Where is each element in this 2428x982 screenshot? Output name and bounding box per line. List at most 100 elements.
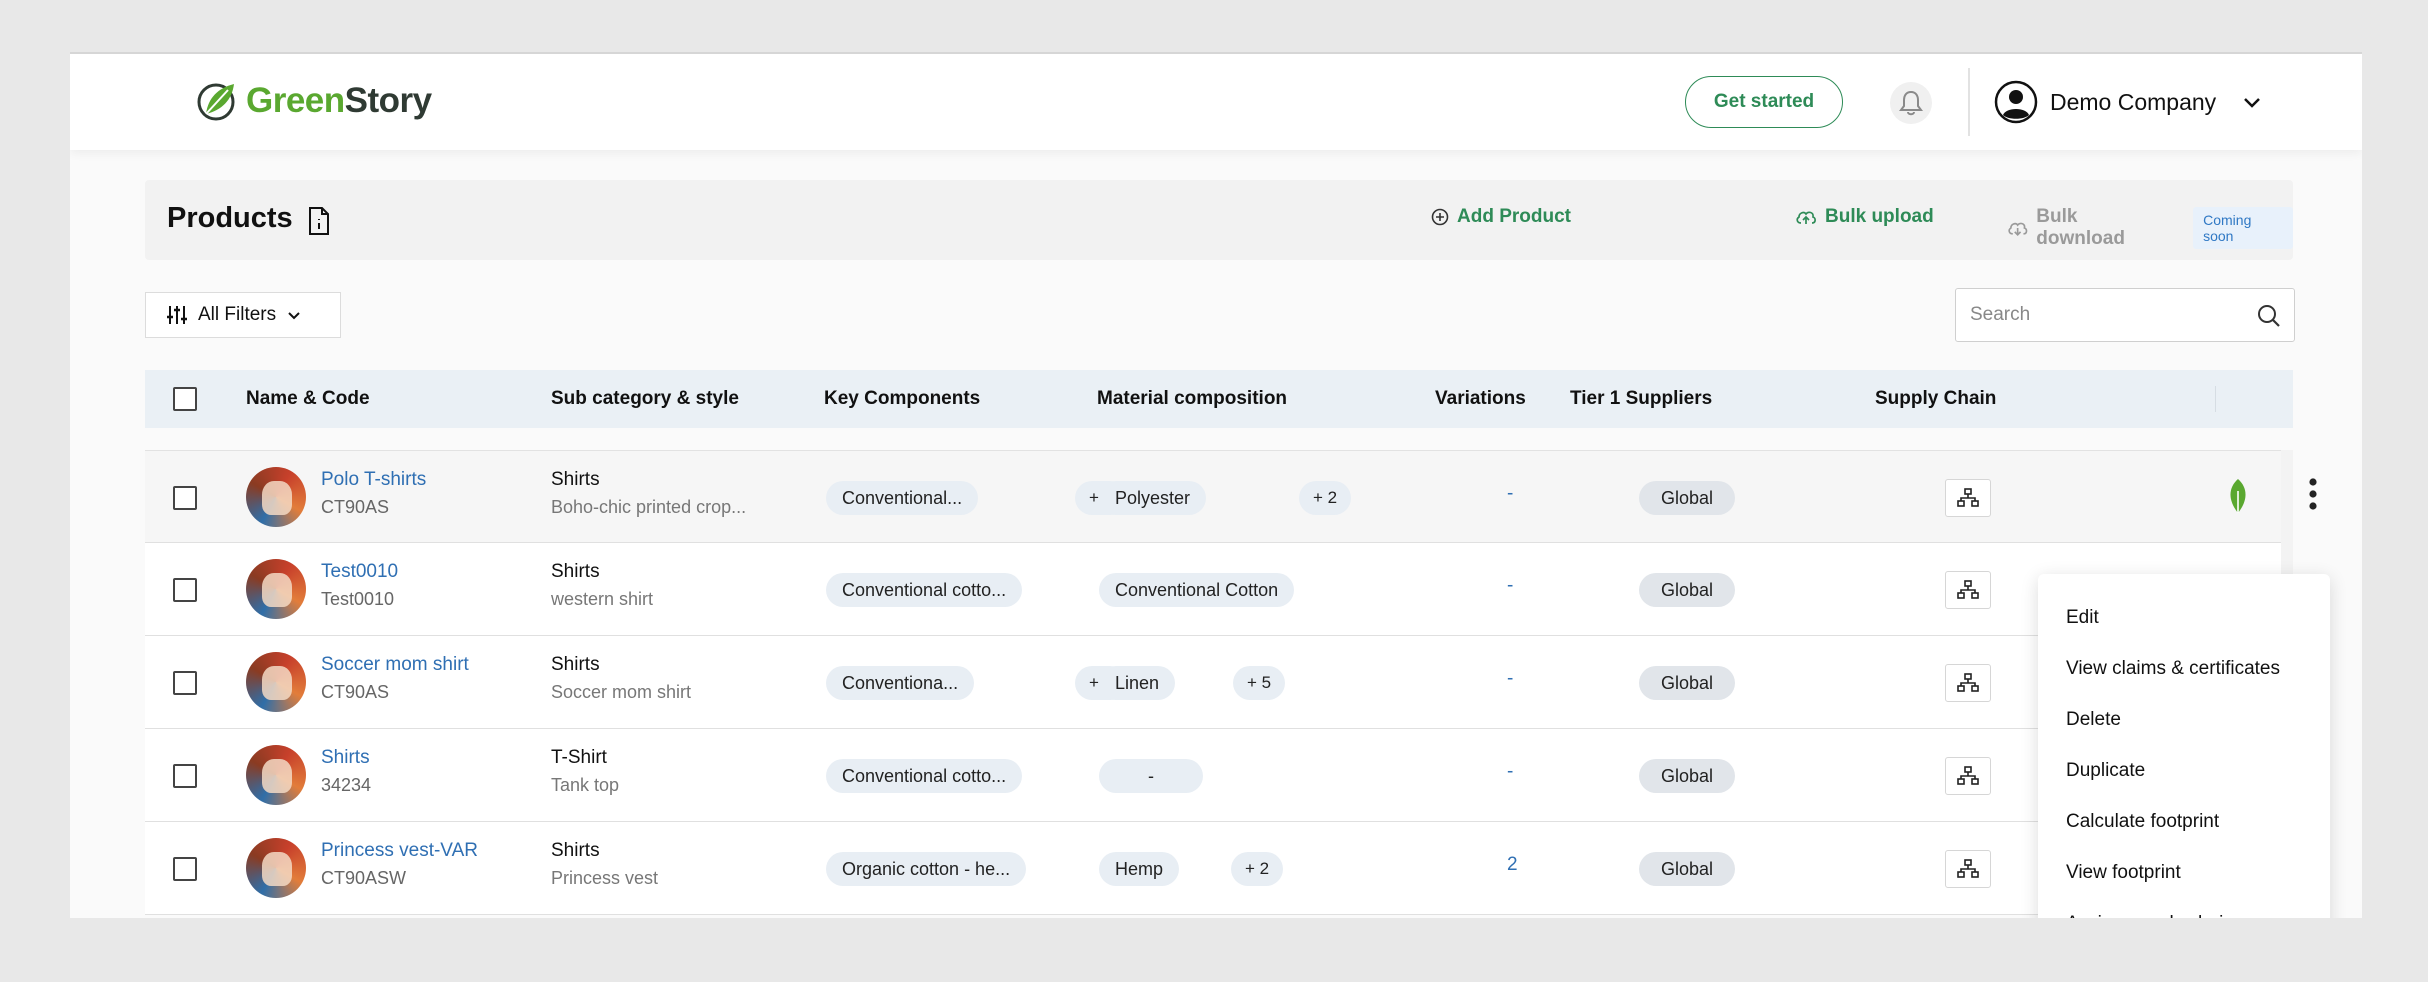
material-tag: Conventional Cotton <box>1099 573 1295 607</box>
sub-category: Shirts <box>551 840 600 861</box>
material-more-tag[interactable]: + 5 <box>1233 666 1286 700</box>
product-code: 34234 <box>321 775 372 795</box>
variations-value[interactable]: - <box>1507 761 1513 783</box>
product-name-link[interactable]: Soccer mom shirt <box>321 654 469 676</box>
component-tag: Conventional... <box>826 481 979 515</box>
row-checkbox[interactable] <box>173 486 197 510</box>
search-icon[interactable] <box>2256 303 2282 329</box>
supply-chain-button[interactable] <box>1945 850 1991 888</box>
supply-chain-button[interactable] <box>1945 571 1991 609</box>
header-divider <box>2215 386 2216 412</box>
menu-item-assign-supply-chain[interactable]: Assign supply chain <box>2038 898 2330 919</box>
supplier-tag: Global <box>1639 759 1736 793</box>
product-thumbnail <box>246 745 306 805</box>
page-title: Products <box>167 202 293 234</box>
table-row[interactable]: Soccer mom shirt CT90AS Shirts Soccer mo… <box>145 636 2281 729</box>
variations-value[interactable]: 2 <box>1507 854 1518 876</box>
table-header: Name & Code Sub category & style Key Com… <box>145 370 2293 428</box>
menu-item-edit[interactable]: Edit <box>2038 592 2330 643</box>
component-tag: Conventional cotto... <box>826 573 1023 607</box>
component-tag: Organic cotton - he... <box>826 852 1027 886</box>
menu-item-duplicate[interactable]: Duplicate <box>2038 745 2330 796</box>
leaf-icon[interactable] <box>2225 477 2251 517</box>
material-tag: Polyester <box>1099 481 1207 515</box>
supply-chain-icon <box>1957 766 1979 785</box>
add-product-button[interactable]: Add Product <box>1431 206 1571 228</box>
sub-category: Shirts <box>551 469 600 490</box>
column-header-suppliers[interactable]: Tier 1 Suppliers <box>1570 388 1712 410</box>
variations-value[interactable]: - <box>1507 668 1513 690</box>
bulk-download-button: Bulk download Coming soon <box>2007 206 2293 250</box>
menu-item-delete[interactable]: Delete <box>2038 694 2330 745</box>
column-header-supply-chain[interactable]: Supply Chain <box>1875 388 1996 410</box>
coming-soon-badge: Coming soon <box>2193 207 2293 249</box>
product-name-link[interactable]: Shirts <box>321 747 370 769</box>
column-header-material[interactable]: Material composition <box>1097 388 1287 410</box>
product-thumbnail <box>246 467 306 527</box>
column-header-key-components[interactable]: Key Components <box>824 388 980 410</box>
supplier-tag: Global <box>1639 666 1736 700</box>
chevron-down-icon <box>288 312 300 320</box>
product-style: Soccer mom shirt <box>551 682 692 702</box>
component-tag: Conventional cotto... <box>826 759 1023 793</box>
table-body: Polo T-shirts CT90AS Shirts Boho-chic pr… <box>145 450 2317 918</box>
logo-leaf-icon <box>197 83 235 121</box>
document-info-icon[interactable] <box>307 206 331 236</box>
menu-item-view-footprint[interactable]: View footprint <box>2038 847 2330 898</box>
material-more-tag[interactable]: + 2 <box>1299 481 1352 515</box>
menu-item-view-claims[interactable]: View claims & certificates <box>2038 643 2330 694</box>
supply-chain-button[interactable] <box>1945 664 1991 702</box>
all-filters-button[interactable]: All Filters <box>145 292 341 338</box>
account-name: Demo Company <box>2050 88 2217 115</box>
product-thumbnail <box>246 652 306 712</box>
column-header-name[interactable]: Name & Code <box>246 388 370 410</box>
row-checkbox[interactable] <box>173 764 197 788</box>
search-box <box>1955 288 2295 342</box>
search-input[interactable] <box>1970 299 2240 331</box>
supply-chain-icon <box>1957 673 1979 692</box>
bulk-upload-button[interactable]: Bulk upload <box>1795 206 1934 228</box>
variations-value[interactable]: - <box>1507 483 1513 505</box>
products-toolbar: Products Add Product Bulk upload Bulk do… <box>145 180 2293 260</box>
menu-item-calculate-footprint[interactable]: Calculate footprint <box>2038 796 2330 847</box>
product-code: CT90AS <box>321 682 390 702</box>
row-checkbox[interactable] <box>173 857 197 881</box>
account-menu[interactable]: Demo Company <box>1994 78 2264 126</box>
supplier-tag: Global <box>1639 573 1736 607</box>
material-tag: - <box>1099 759 1203 793</box>
product-style: western shirt <box>551 589 654 609</box>
product-name-link[interactable]: Princess vest-VAR <box>321 840 478 862</box>
material-more-tag[interactable]: + 2 <box>1231 852 1284 886</box>
sub-category: Shirts <box>551 654 600 675</box>
supply-chain-button[interactable] <box>1945 757 1991 795</box>
product-thumbnail <box>246 559 306 619</box>
user-circle-icon <box>1994 80 2038 124</box>
get-started-button[interactable]: Get started <box>1685 76 1843 128</box>
product-style: Boho-chic printed crop... <box>551 497 747 517</box>
cloud-upload-icon <box>1796 211 1816 224</box>
variations-value[interactable]: - <box>1507 575 1513 597</box>
product-name-link[interactable]: Test0010 <box>321 561 398 583</box>
column-header-subcategory[interactable]: Sub category & style <box>551 388 739 410</box>
table-row[interactable]: Princess vest-VAR CT90ASW Shirts Princes… <box>145 822 2281 915</box>
select-all-checkbox[interactable] <box>173 387 197 411</box>
supply-chain-button[interactable] <box>1945 479 1991 517</box>
greenstory-logo[interactable]: GreenStory <box>194 76 432 126</box>
notifications-button[interactable] <box>1890 82 1932 124</box>
top-header: GreenStory Get started Demo Company <box>70 54 2362 150</box>
sliders-icon <box>167 306 187 324</box>
component-tag: Conventiona... <box>826 666 975 700</box>
table-row[interactable]: Polo T-shirts CT90AS Shirts Boho-chic pr… <box>145 450 2317 543</box>
kebab-icon[interactable] <box>2308 477 2318 511</box>
column-header-variations[interactable]: Variations <box>1435 388 1526 410</box>
supply-chain-icon <box>1957 859 1979 878</box>
product-style: Princess vest <box>551 868 659 888</box>
product-code: CT90AS <box>321 497 390 517</box>
cloud-download-icon <box>2008 222 2028 236</box>
table-row[interactable]: Shirts 34234 T-Shirt Tank top Convention… <box>145 729 2281 822</box>
product-name-link[interactable]: Polo T-shirts <box>321 469 426 491</box>
row-checkbox[interactable] <box>173 671 197 695</box>
table-row[interactable]: Test0010 Test0010 Shirts western shirt C… <box>145 543 2281 636</box>
row-actions-menu: Edit View claims & certificates Delete D… <box>2038 574 2330 918</box>
row-checkbox[interactable] <box>173 578 197 602</box>
